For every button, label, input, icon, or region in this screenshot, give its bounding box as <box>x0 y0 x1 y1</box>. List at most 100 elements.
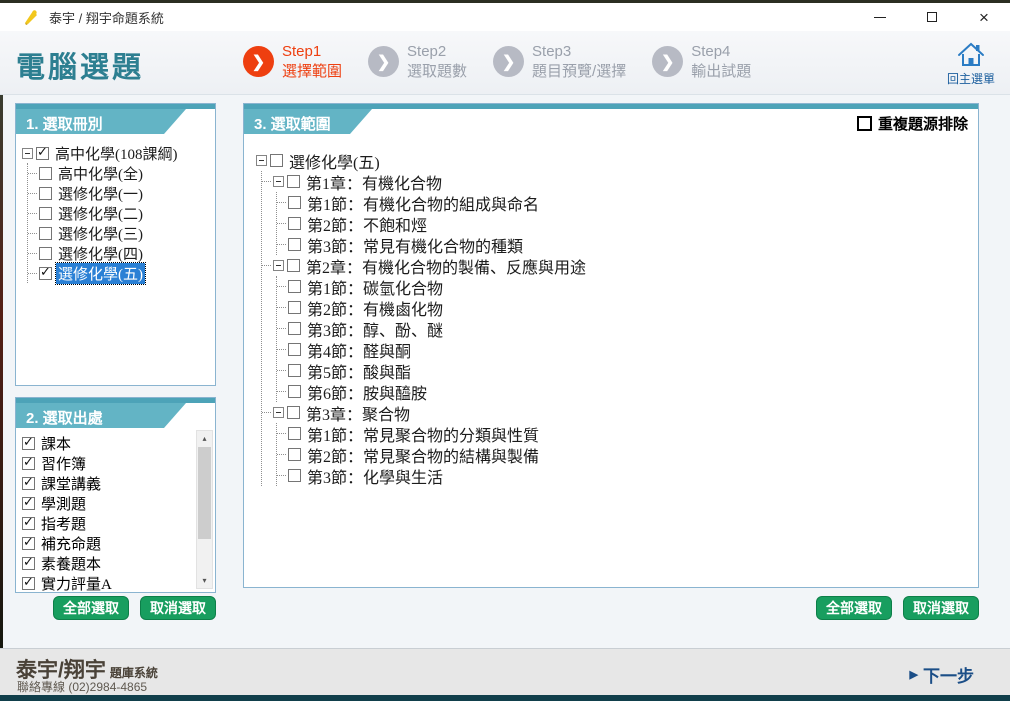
scope-select-all-button[interactable]: 全部選取 <box>816 596 892 620</box>
tree-item-selected[interactable]: 選修化學(五) <box>28 263 213 283</box>
tree-item-label[interactable]: 選修化學(四) <box>56 243 145 264</box>
checkbox[interactable] <box>22 517 35 530</box>
step-4[interactable]: ❯ Step4 輸出試題 <box>652 42 751 81</box>
tree-item[interactable]: 第5節：酸與酯 <box>277 360 978 381</box>
tree-item[interactable]: 第6節：胺與醯胺 <box>277 381 978 402</box>
checkbox[interactable] <box>36 147 49 160</box>
checkbox[interactable] <box>288 280 301 293</box>
checkbox[interactable] <box>288 364 301 377</box>
sources-select-all-button[interactable]: 全部選取 <box>53 596 129 620</box>
next-step-button[interactable]: ▶ 下一步 <box>910 662 974 687</box>
source-label[interactable]: 課堂講義 <box>39 473 103 494</box>
tree-item[interactable]: 選修化學(一) <box>28 183 213 203</box>
scroll-thumb[interactable] <box>198 447 211 539</box>
checkbox[interactable] <box>22 477 35 490</box>
tree-item-label[interactable]: 選修化學(五) <box>56 263 145 284</box>
source-scrollbar[interactable]: ▴ ▾ <box>196 430 213 589</box>
source-item[interactable]: 習作簿 <box>22 453 215 473</box>
checkbox[interactable] <box>39 247 52 260</box>
checkbox[interactable] <box>22 557 35 570</box>
source-label[interactable]: 補充命題 <box>39 533 103 554</box>
tree-item[interactable]: 第4節：醛與酮 <box>277 339 978 360</box>
source-item[interactable]: 實力評量A <box>22 573 215 591</box>
dedupe-checkbox[interactable] <box>857 116 872 131</box>
tree-item[interactable]: 第2節：常見聚合物的結構與製備 <box>277 444 978 465</box>
checkbox[interactable] <box>288 196 301 209</box>
source-item[interactable]: 學測題 <box>22 493 215 513</box>
tree-item-label[interactable]: 選修化學(一) <box>56 183 145 204</box>
checkbox[interactable] <box>288 448 301 461</box>
source-item[interactable]: 課本 <box>22 433 215 453</box>
checkbox[interactable] <box>22 457 35 470</box>
tree-item[interactable]: 第1節：碳氫化合物 <box>277 276 978 297</box>
minimize-button[interactable] <box>854 3 906 31</box>
source-item[interactable]: 補充命題 <box>22 533 215 553</box>
tree-item[interactable]: 選修化學(三) <box>28 223 213 243</box>
tree-item[interactable]: 第1節：有機化合物的組成與命名 <box>277 192 978 213</box>
tree-item[interactable]: 第2節：不飽和烴 <box>277 213 978 234</box>
checkbox[interactable] <box>288 238 301 251</box>
collapse-icon[interactable] <box>273 176 284 187</box>
collapse-icon[interactable] <box>273 407 284 418</box>
tree-item[interactable]: 選修化學(二) <box>28 203 213 223</box>
checkbox[interactable] <box>288 343 301 356</box>
step-1[interactable]: ❯ Step1 選擇範圍 <box>243 42 342 81</box>
checkbox[interactable] <box>287 406 300 419</box>
tree-item[interactable]: 選修化學(五) <box>256 150 978 171</box>
scroll-down-icon[interactable]: ▾ <box>197 573 212 588</box>
collapse-icon[interactable] <box>256 155 267 166</box>
tree-item-label[interactable]: 選修化學(三) <box>56 223 145 244</box>
tree-item[interactable]: 第3節：常見有機化合物的種類 <box>277 234 978 255</box>
close-button[interactable]: × <box>958 3 1010 31</box>
checkbox[interactable] <box>287 259 300 272</box>
tree-item[interactable]: 第3節：化學與生活 <box>277 465 978 486</box>
checkbox[interactable] <box>39 227 52 240</box>
tree-item-label[interactable]: 第3節：化學與生活 <box>305 464 445 488</box>
scope-deselect-button[interactable]: 取消選取 <box>903 596 979 620</box>
checkbox[interactable] <box>288 385 301 398</box>
tree-item[interactable]: 高中化學(全) <box>28 163 213 183</box>
source-item[interactable]: 指考題 <box>22 513 215 533</box>
checkbox[interactable] <box>39 187 52 200</box>
source-item[interactable]: 素養題本 <box>22 553 215 573</box>
tree-item[interactable]: 第3章：聚合物 <box>262 402 978 423</box>
checkbox[interactable] <box>39 267 52 280</box>
collapse-icon[interactable] <box>22 148 33 159</box>
source-label[interactable]: 習作簿 <box>39 453 88 474</box>
source-label[interactable]: 學測題 <box>39 493 88 514</box>
sources-deselect-button[interactable]: 取消選取 <box>140 596 216 620</box>
tree-item[interactable]: 第3節：醇、酚、醚 <box>277 318 978 339</box>
source-item[interactable]: 課堂講義 <box>22 473 215 493</box>
tree-item[interactable]: 選修化學(四) <box>28 243 213 263</box>
scroll-up-icon[interactable]: ▴ <box>197 431 212 446</box>
source-label[interactable]: 指考題 <box>39 513 88 534</box>
source-label[interactable]: 實力評量A <box>39 573 114 592</box>
tree-item[interactable]: 第2章：有機化合物的製備、反應與用途 <box>262 255 978 276</box>
checkbox[interactable] <box>22 497 35 510</box>
tree-item[interactable]: 第1節：常見聚合物的分類與性質 <box>277 423 978 444</box>
checkbox[interactable] <box>287 175 300 188</box>
checkbox[interactable] <box>39 167 52 180</box>
checkbox[interactable] <box>288 322 301 335</box>
checkbox[interactable] <box>288 427 301 440</box>
tree-item[interactable]: 第1章：有機化合物 <box>262 171 978 192</box>
step-3[interactable]: ❯ Step3 題目預覽/選擇 <box>493 42 626 81</box>
tree-item[interactable]: 第2節：有機鹵化物 <box>277 297 978 318</box>
checkbox[interactable] <box>288 217 301 230</box>
tree-item-label[interactable]: 高中化學(全) <box>56 163 145 184</box>
tree-item-label[interactable]: 高中化學(108課綱) <box>53 143 180 164</box>
home-button[interactable]: 回主選單 <box>940 36 1002 92</box>
checkbox[interactable] <box>270 154 283 167</box>
tree-item[interactable]: 高中化學(108課綱) <box>22 143 213 163</box>
dedupe-checkbox-row[interactable]: 重複題源排除 <box>857 113 968 134</box>
source-label[interactable]: 課本 <box>39 433 73 454</box>
step-2[interactable]: ❯ Step2 選取題數 <box>368 42 467 81</box>
checkbox[interactable] <box>22 537 35 550</box>
tree-item-label[interactable]: 選修化學(二) <box>56 203 145 224</box>
collapse-icon[interactable] <box>273 260 284 271</box>
maximize-button[interactable] <box>906 3 958 31</box>
checkbox[interactable] <box>22 437 35 450</box>
checkbox[interactable] <box>39 207 52 220</box>
checkbox[interactable] <box>22 577 35 590</box>
checkbox[interactable] <box>288 301 301 314</box>
